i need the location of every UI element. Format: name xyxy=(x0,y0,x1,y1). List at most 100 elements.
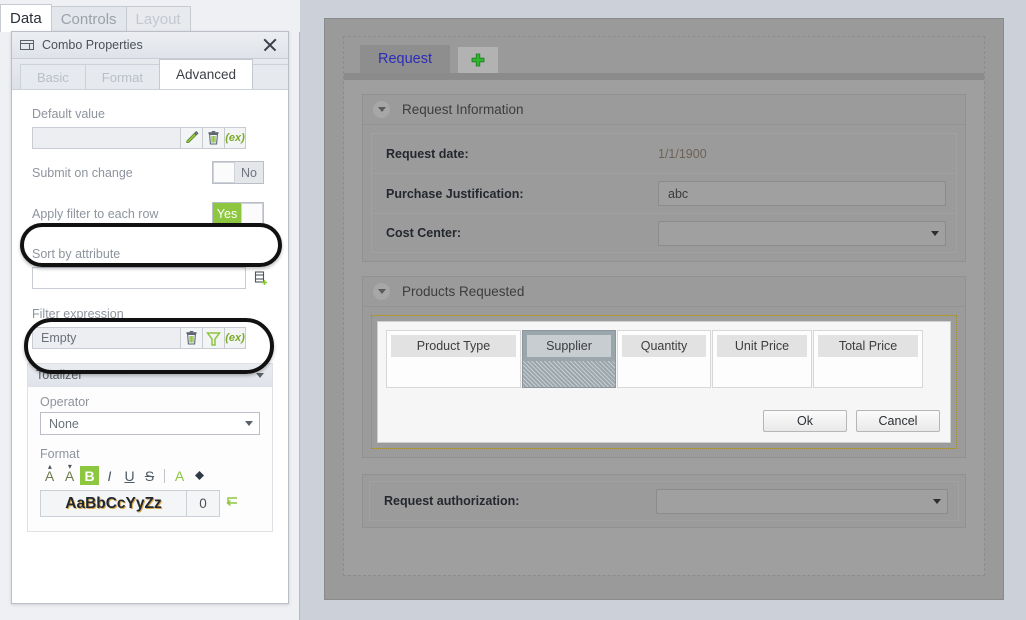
tab-data[interactable]: Data xyxy=(0,4,52,32)
operator-select[interactable]: None xyxy=(40,412,260,435)
grid-empty-cell[interactable] xyxy=(523,361,615,387)
grid-empty-cell[interactable] xyxy=(713,361,811,387)
section-body: Product Type Supplier Quantity Unit Pric… xyxy=(363,307,965,457)
add-attribute-button[interactable] xyxy=(250,267,272,289)
italic-icon[interactable]: I xyxy=(100,466,119,485)
tab-basic[interactable]: Basic xyxy=(20,64,86,89)
submit-on-change-label: Submit on change xyxy=(32,165,133,180)
grid-selection-wrapper: Product Type Supplier Quantity Unit Pric… xyxy=(371,315,957,449)
clear-filter-expression-button[interactable] xyxy=(180,327,202,349)
chevron-down-icon xyxy=(933,498,941,504)
field-row-request-authorization: Request authorization: xyxy=(369,481,959,521)
sort-by-attribute-input[interactable] xyxy=(32,267,246,289)
add-tab-button[interactable] xyxy=(458,47,499,73)
section-request-authorization: Request authorization: xyxy=(362,474,966,528)
sort-by-attribute-label: Sort by attribute xyxy=(32,247,121,261)
cost-center-dropdown[interactable] xyxy=(658,220,946,246)
column-header: Product Type xyxy=(391,335,516,357)
grid-empty-cell[interactable] xyxy=(814,361,922,387)
column-header: Unit Price xyxy=(717,335,807,357)
expression-icon[interactable]: (ex) xyxy=(224,127,246,149)
caret-down-icon[interactable] xyxy=(256,372,264,378)
combo-box-icon xyxy=(20,39,34,50)
field-row-purchase-justification: Purchase Justification: abc xyxy=(371,173,957,213)
ok-button[interactable]: Ok xyxy=(763,410,847,432)
properties-panel: Data Controls Layout Combo Properties Ba… xyxy=(0,0,300,620)
cancel-button[interactable]: Cancel xyxy=(856,410,940,432)
increase-font-size-icon[interactable]: A ▴ xyxy=(40,462,59,485)
totalizer-header[interactable]: Totalizer xyxy=(28,364,272,387)
edit-filter-button[interactable] xyxy=(202,327,224,349)
filter-expression-input[interactable]: Empty xyxy=(32,327,180,349)
close-icon[interactable] xyxy=(259,34,281,56)
designer-canvas-frame: Request Request Information Request date… xyxy=(324,18,1004,600)
form-tabstrip: Request xyxy=(344,37,984,73)
format-toolbar: A ▴ A ▾ B I U S A xyxy=(40,462,260,490)
pencil-icon xyxy=(185,131,198,143)
bold-icon[interactable]: B xyxy=(80,466,99,485)
grid-column-unit-price[interactable]: Unit Price xyxy=(712,330,812,388)
toggle-value: No xyxy=(241,165,257,180)
section-title: Products Requested xyxy=(402,284,525,299)
add-attribute-icon xyxy=(254,270,267,285)
designer-canvas: Request Request Information Request date… xyxy=(343,36,985,576)
chevron-down-icon xyxy=(931,230,939,236)
grid-column-product-type[interactable]: Product Type xyxy=(386,330,521,388)
tab-advanced[interactable]: Advanced xyxy=(158,59,254,89)
decrease-font-size-icon[interactable]: A ▾ xyxy=(60,462,79,485)
operator-value: None xyxy=(49,416,79,431)
apply-filter-each-row-toggle[interactable]: Yes xyxy=(212,202,264,225)
grid-columns: Product Type Supplier Quantity Unit Pric… xyxy=(386,330,942,388)
column-header: Quantity xyxy=(622,335,706,357)
grid-column-supplier[interactable]: Supplier xyxy=(522,330,616,388)
format-sample-text: AaBbCcYyZz xyxy=(40,490,186,517)
section-header[interactable]: Products Requested xyxy=(363,277,965,307)
clear-default-value-button[interactable] xyxy=(202,127,224,149)
request-date-value: 1/1/1900 xyxy=(658,146,707,161)
grid-empty-cell[interactable] xyxy=(387,361,520,387)
format-preview-row: AaBbCcYyZz 0 xyxy=(40,490,260,517)
caret-down-icon[interactable] xyxy=(373,101,390,118)
caret-glyph xyxy=(377,107,386,112)
form-surface: Request Information Request date: 1/1/19… xyxy=(344,80,984,575)
format-label: Format xyxy=(40,447,80,461)
totalizer-group: Totalizer Operator None Format A ▴ A ▾ B… xyxy=(27,363,273,532)
tab-layout[interactable]: Layout xyxy=(125,6,191,32)
request-authorization-dropdown[interactable] xyxy=(656,488,948,514)
input-value: abc xyxy=(668,186,689,201)
text-color-icon[interactable]: A xyxy=(170,466,189,485)
section-title: Request Information xyxy=(402,102,524,117)
grid-column-quantity[interactable]: Quantity xyxy=(617,330,711,388)
toggle-knob xyxy=(241,203,263,224)
totalizer-body: Operator None Format A ▴ A ▾ B I U S A A… xyxy=(28,387,272,531)
fill-color-icon[interactable] xyxy=(190,466,209,485)
reset-format-button[interactable] xyxy=(224,495,239,513)
tab-controls[interactable]: Controls xyxy=(50,6,127,32)
trash-icon xyxy=(186,331,197,345)
tabstrip-underline xyxy=(344,73,984,80)
caret-down-icon[interactable] xyxy=(373,283,390,300)
section-header[interactable]: Request Information xyxy=(363,95,965,125)
edit-default-value-button[interactable] xyxy=(180,127,202,149)
grid-empty-cell[interactable] xyxy=(618,361,710,387)
field-label: Request date: xyxy=(386,146,469,161)
submit-on-change-toggle[interactable]: No xyxy=(212,161,264,184)
toggle-knob xyxy=(213,162,235,183)
expression-icon[interactable]: (ex) xyxy=(224,327,246,349)
grid-column-total-price[interactable]: Total Price xyxy=(813,330,923,388)
underline-icon[interactable]: U xyxy=(120,466,139,485)
strikethrough-icon[interactable]: S xyxy=(140,466,159,485)
operator-label: Operator xyxy=(40,395,90,409)
form-tab-request[interactable]: Request xyxy=(360,45,451,73)
default-value-input[interactable] xyxy=(32,127,180,149)
field-label: Request authorization: xyxy=(384,494,520,508)
grid-action-buttons: Ok Cancel xyxy=(386,388,942,434)
field-row-request-date: Request date: 1/1/1900 xyxy=(371,133,957,173)
tab-format[interactable]: Format xyxy=(84,64,160,89)
toolbar-divider xyxy=(164,468,165,483)
products-grid: Product Type Supplier Quantity Unit Pric… xyxy=(377,321,951,443)
field-label: Cost Center: xyxy=(386,226,462,240)
purchase-justification-input[interactable]: abc xyxy=(658,181,946,206)
section-body: Request date: 1/1/1900 Purchase Justific… xyxy=(363,125,965,261)
section-request-information: Request Information Request date: 1/1/19… xyxy=(362,94,966,262)
